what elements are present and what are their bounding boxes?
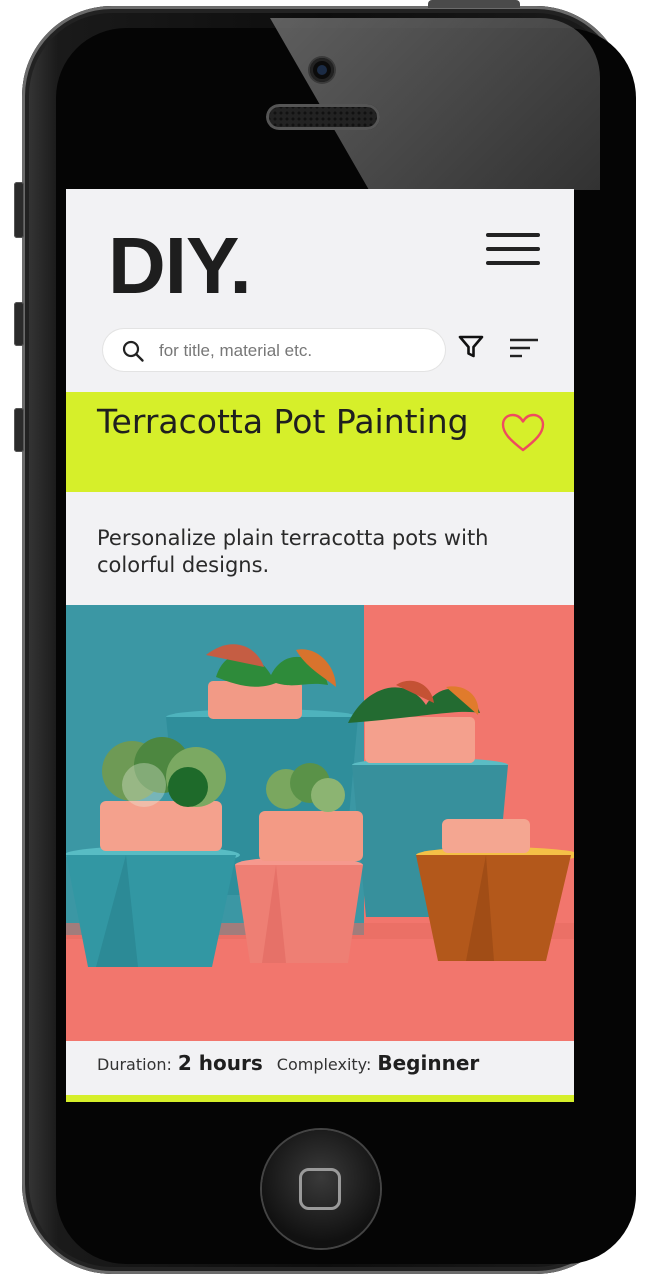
app-logo: DIY. [108,221,252,310]
project-title-band: Terracotta Pot Painting [66,392,574,492]
mute-switch [14,182,24,238]
project-description: Personalize plain terracotta pots with c… [97,526,489,577]
complexity-label: Complexity: [276,1055,372,1074]
power-button [428,0,520,8]
complexity-value: Beginner [377,1051,480,1075]
home-button[interactable] [262,1130,380,1248]
filter-icon[interactable] [457,333,485,361]
project-image [66,605,574,1041]
next-card-edge [66,1095,574,1102]
volume-up-button [14,302,24,346]
search-icon [122,340,144,362]
front-camera [310,58,334,82]
home-button-icon [299,1168,341,1210]
volume-down-button [14,408,24,452]
sort-icon[interactable] [506,335,540,361]
project-meta: Duration: 2 hours Complexity: Beginner [97,1051,493,1075]
heart-icon[interactable] [500,412,546,454]
search-input[interactable] [157,335,431,367]
hamburger-menu-icon[interactable] [486,233,540,267]
duration-value: 2 hours [177,1051,263,1075]
duration-label: Duration: [97,1055,172,1074]
earpiece-speaker [266,104,380,130]
app-screen: DIY. Terracotta Pot Painting Personalize… [66,189,574,1102]
project-title: Terracotta Pot Painting [97,402,469,441]
search-bar [103,329,445,371]
